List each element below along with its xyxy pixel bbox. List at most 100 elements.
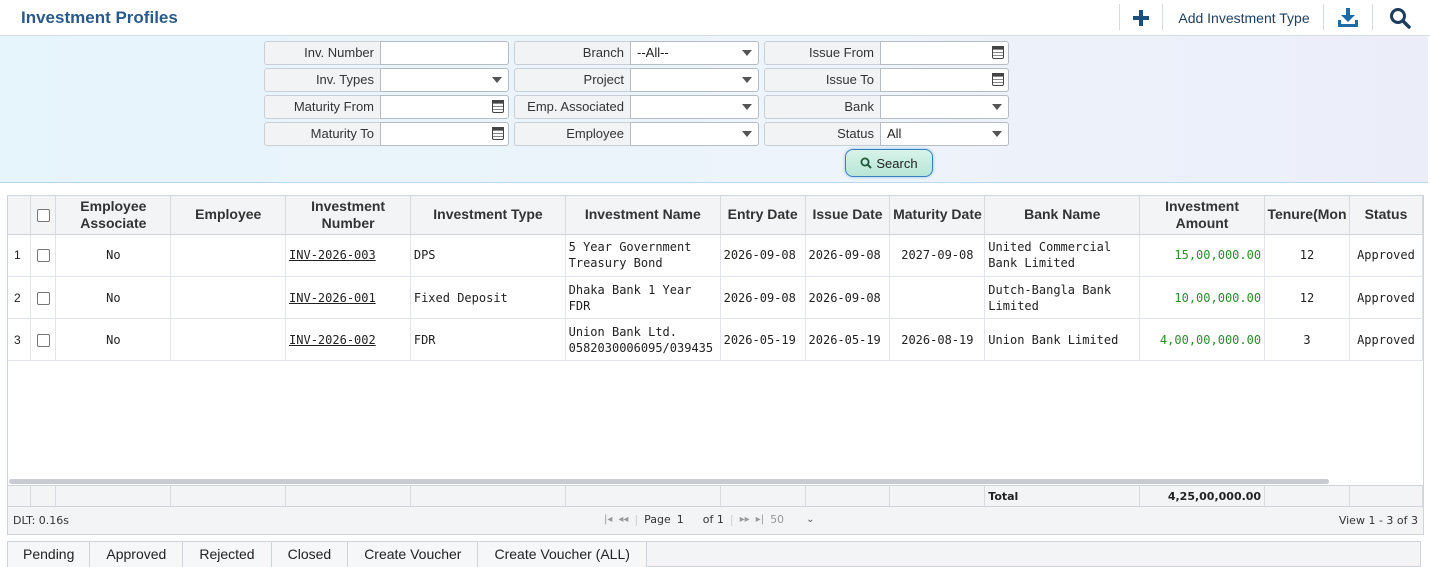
table-row[interactable]: 1 No INV-2026-003 DPS 5 Year Government … bbox=[8, 234, 1423, 277]
filter-label: Bank bbox=[764, 95, 880, 119]
filter-employee: Employee bbox=[514, 122, 759, 146]
chevron-down-icon bbox=[742, 104, 752, 110]
first-page-icon[interactable]: |◂ bbox=[604, 514, 612, 525]
tab-pending[interactable]: Pending bbox=[8, 542, 91, 567]
emp-associated-select[interactable] bbox=[630, 95, 759, 119]
cell-employee-associate: No bbox=[55, 318, 172, 361]
column-header[interactable]: Bank Name bbox=[984, 196, 1141, 235]
row-number: 3 bbox=[8, 318, 32, 361]
cell-maturity-date bbox=[889, 276, 986, 319]
row-checkbox[interactable] bbox=[36, 333, 50, 347]
filter-label: Maturity To bbox=[264, 122, 380, 146]
add-investment-type-button[interactable]: Add Investment Type bbox=[1170, 4, 1318, 32]
page-input[interactable]: 1 bbox=[677, 513, 697, 526]
employee-select[interactable] bbox=[630, 122, 759, 146]
maturity-from-input[interactable] bbox=[380, 95, 509, 119]
issue-to-input[interactable] bbox=[880, 68, 1009, 92]
row-number-header bbox=[8, 196, 32, 235]
filter-bank: Bank bbox=[764, 95, 1009, 119]
row-number: 2 bbox=[8, 276, 32, 319]
column-header[interactable]: Tenure(Mon bbox=[1264, 196, 1350, 235]
cell-investment-amount: 15,00,000.00 bbox=[1139, 234, 1266, 277]
search-icon bbox=[860, 157, 873, 169]
add-button[interactable] bbox=[1126, 4, 1156, 32]
maturity-to-input[interactable] bbox=[380, 122, 509, 146]
column-header[interactable]: Investment Name bbox=[565, 196, 721, 235]
calendar-icon[interactable] bbox=[992, 73, 1004, 86]
filter-label: Project bbox=[514, 68, 630, 92]
filter-label: Inv. Number bbox=[264, 41, 380, 65]
filter-status: Status All bbox=[764, 122, 1009, 146]
tab-closed[interactable]: Closed bbox=[271, 542, 349, 567]
calendar-icon[interactable] bbox=[492, 127, 504, 140]
row-checkbox[interactable] bbox=[36, 249, 50, 263]
tab-approved[interactable]: Approved bbox=[90, 542, 184, 567]
filter-issue-to: Issue To bbox=[764, 68, 1009, 92]
pager-controls: |◂ ◂◂ | Page 1 of 1 | ▸▸ ▸| 50 ⌄ bbox=[604, 513, 814, 526]
tab-create-voucher-all[interactable]: Create Voucher (ALL) bbox=[478, 542, 647, 567]
last-page-icon[interactable]: ▸| bbox=[756, 514, 764, 525]
cell-investment-type: FDR bbox=[410, 318, 566, 361]
cell-issue-date: 2026-05-19 bbox=[805, 318, 891, 361]
download-button[interactable] bbox=[1333, 4, 1363, 32]
tab-create-voucher[interactable]: Create Voucher bbox=[348, 542, 479, 567]
table-row[interactable]: 2 No INV-2026-001 Fixed Deposit Dhaka Ba… bbox=[8, 276, 1423, 319]
column-header[interactable]: Entry Date bbox=[720, 196, 806, 235]
status-select[interactable]: All bbox=[880, 122, 1009, 146]
bank-select[interactable] bbox=[880, 95, 1009, 119]
column-header[interactable]: Investment Amount bbox=[1139, 196, 1265, 235]
column-header[interactable]: Employee bbox=[170, 196, 287, 235]
page-header: Investment Profiles Add Investment Type bbox=[0, 0, 1430, 36]
select-all-checkbox[interactable] bbox=[36, 209, 50, 223]
cell-status: Approved bbox=[1349, 276, 1423, 319]
cell-entry-date: 2026-09-08 bbox=[720, 276, 806, 319]
page-size-select[interactable]: 50 ⌄ bbox=[770, 513, 814, 526]
issue-from-input[interactable] bbox=[880, 41, 1009, 65]
cell-issue-date: 2026-09-08 bbox=[805, 234, 891, 277]
filter-label: Issue To bbox=[764, 68, 880, 92]
row-checkbox[interactable] bbox=[36, 291, 50, 305]
investment-number-link[interactable]: INV-2026-003 bbox=[289, 248, 376, 262]
select-all-header bbox=[30, 196, 57, 235]
search-toggle-button[interactable] bbox=[1385, 4, 1415, 32]
filter-maturity-to: Maturity To bbox=[264, 122, 509, 146]
filter-label: Issue From bbox=[764, 41, 880, 65]
grid-footer: Total 4,25,00,000.00 bbox=[8, 485, 1423, 506]
column-header[interactable]: Employee Associate bbox=[55, 196, 172, 235]
plus-icon bbox=[1133, 10, 1149, 26]
filter-inv-types: Inv. Types bbox=[264, 68, 509, 92]
grid-body: 1 No INV-2026-003 DPS 5 Year Government … bbox=[8, 234, 1423, 361]
prev-page-icon[interactable]: ◂◂ bbox=[618, 514, 628, 525]
tab-rejected[interactable]: Rejected bbox=[183, 542, 272, 567]
chevron-down-icon bbox=[742, 131, 752, 137]
cell-investment-type: DPS bbox=[410, 234, 566, 277]
project-select[interactable] bbox=[630, 68, 759, 92]
filter-emp-associated: Emp. Associated bbox=[514, 95, 759, 119]
column-header[interactable]: Maturity Date bbox=[889, 196, 986, 235]
table-row[interactable]: 3 No INV-2026-002 FDR Union Bank Ltd. 05… bbox=[8, 318, 1423, 361]
row-select-cell bbox=[30, 276, 57, 319]
total-amount: 4,25,00,000.00 bbox=[1139, 485, 1266, 506]
horizontal-scrollbar[interactable] bbox=[9, 479, 1329, 484]
header-divider bbox=[1162, 4, 1163, 30]
inv-types-select[interactable] bbox=[380, 68, 509, 92]
cell-status: Approved bbox=[1349, 234, 1423, 277]
column-header[interactable]: Investment Number bbox=[285, 196, 412, 235]
column-header[interactable]: Status bbox=[1349, 196, 1423, 235]
next-page-icon[interactable]: ▸▸ bbox=[740, 514, 750, 525]
filter-branch: Branch --All-- bbox=[514, 41, 759, 65]
calendar-icon[interactable] bbox=[492, 100, 504, 113]
investment-number-link[interactable]: INV-2026-002 bbox=[289, 333, 376, 347]
column-header[interactable]: Issue Date bbox=[805, 196, 891, 235]
investment-grid: Employee Associate Employee Investment N… bbox=[7, 195, 1424, 507]
cell-maturity-date: 2026-08-19 bbox=[889, 318, 986, 361]
calendar-icon[interactable] bbox=[992, 46, 1004, 59]
search-icon bbox=[1390, 8, 1411, 29]
row-number: 1 bbox=[8, 234, 32, 277]
inv-number-input[interactable] bbox=[380, 41, 509, 65]
chevron-down-icon: ⌄ bbox=[806, 514, 815, 525]
column-header[interactable]: Investment Type bbox=[410, 196, 566, 235]
investment-number-link[interactable]: INV-2026-001 bbox=[289, 291, 376, 305]
branch-select[interactable]: --All-- bbox=[630, 41, 759, 65]
search-button[interactable]: Search bbox=[845, 149, 933, 177]
